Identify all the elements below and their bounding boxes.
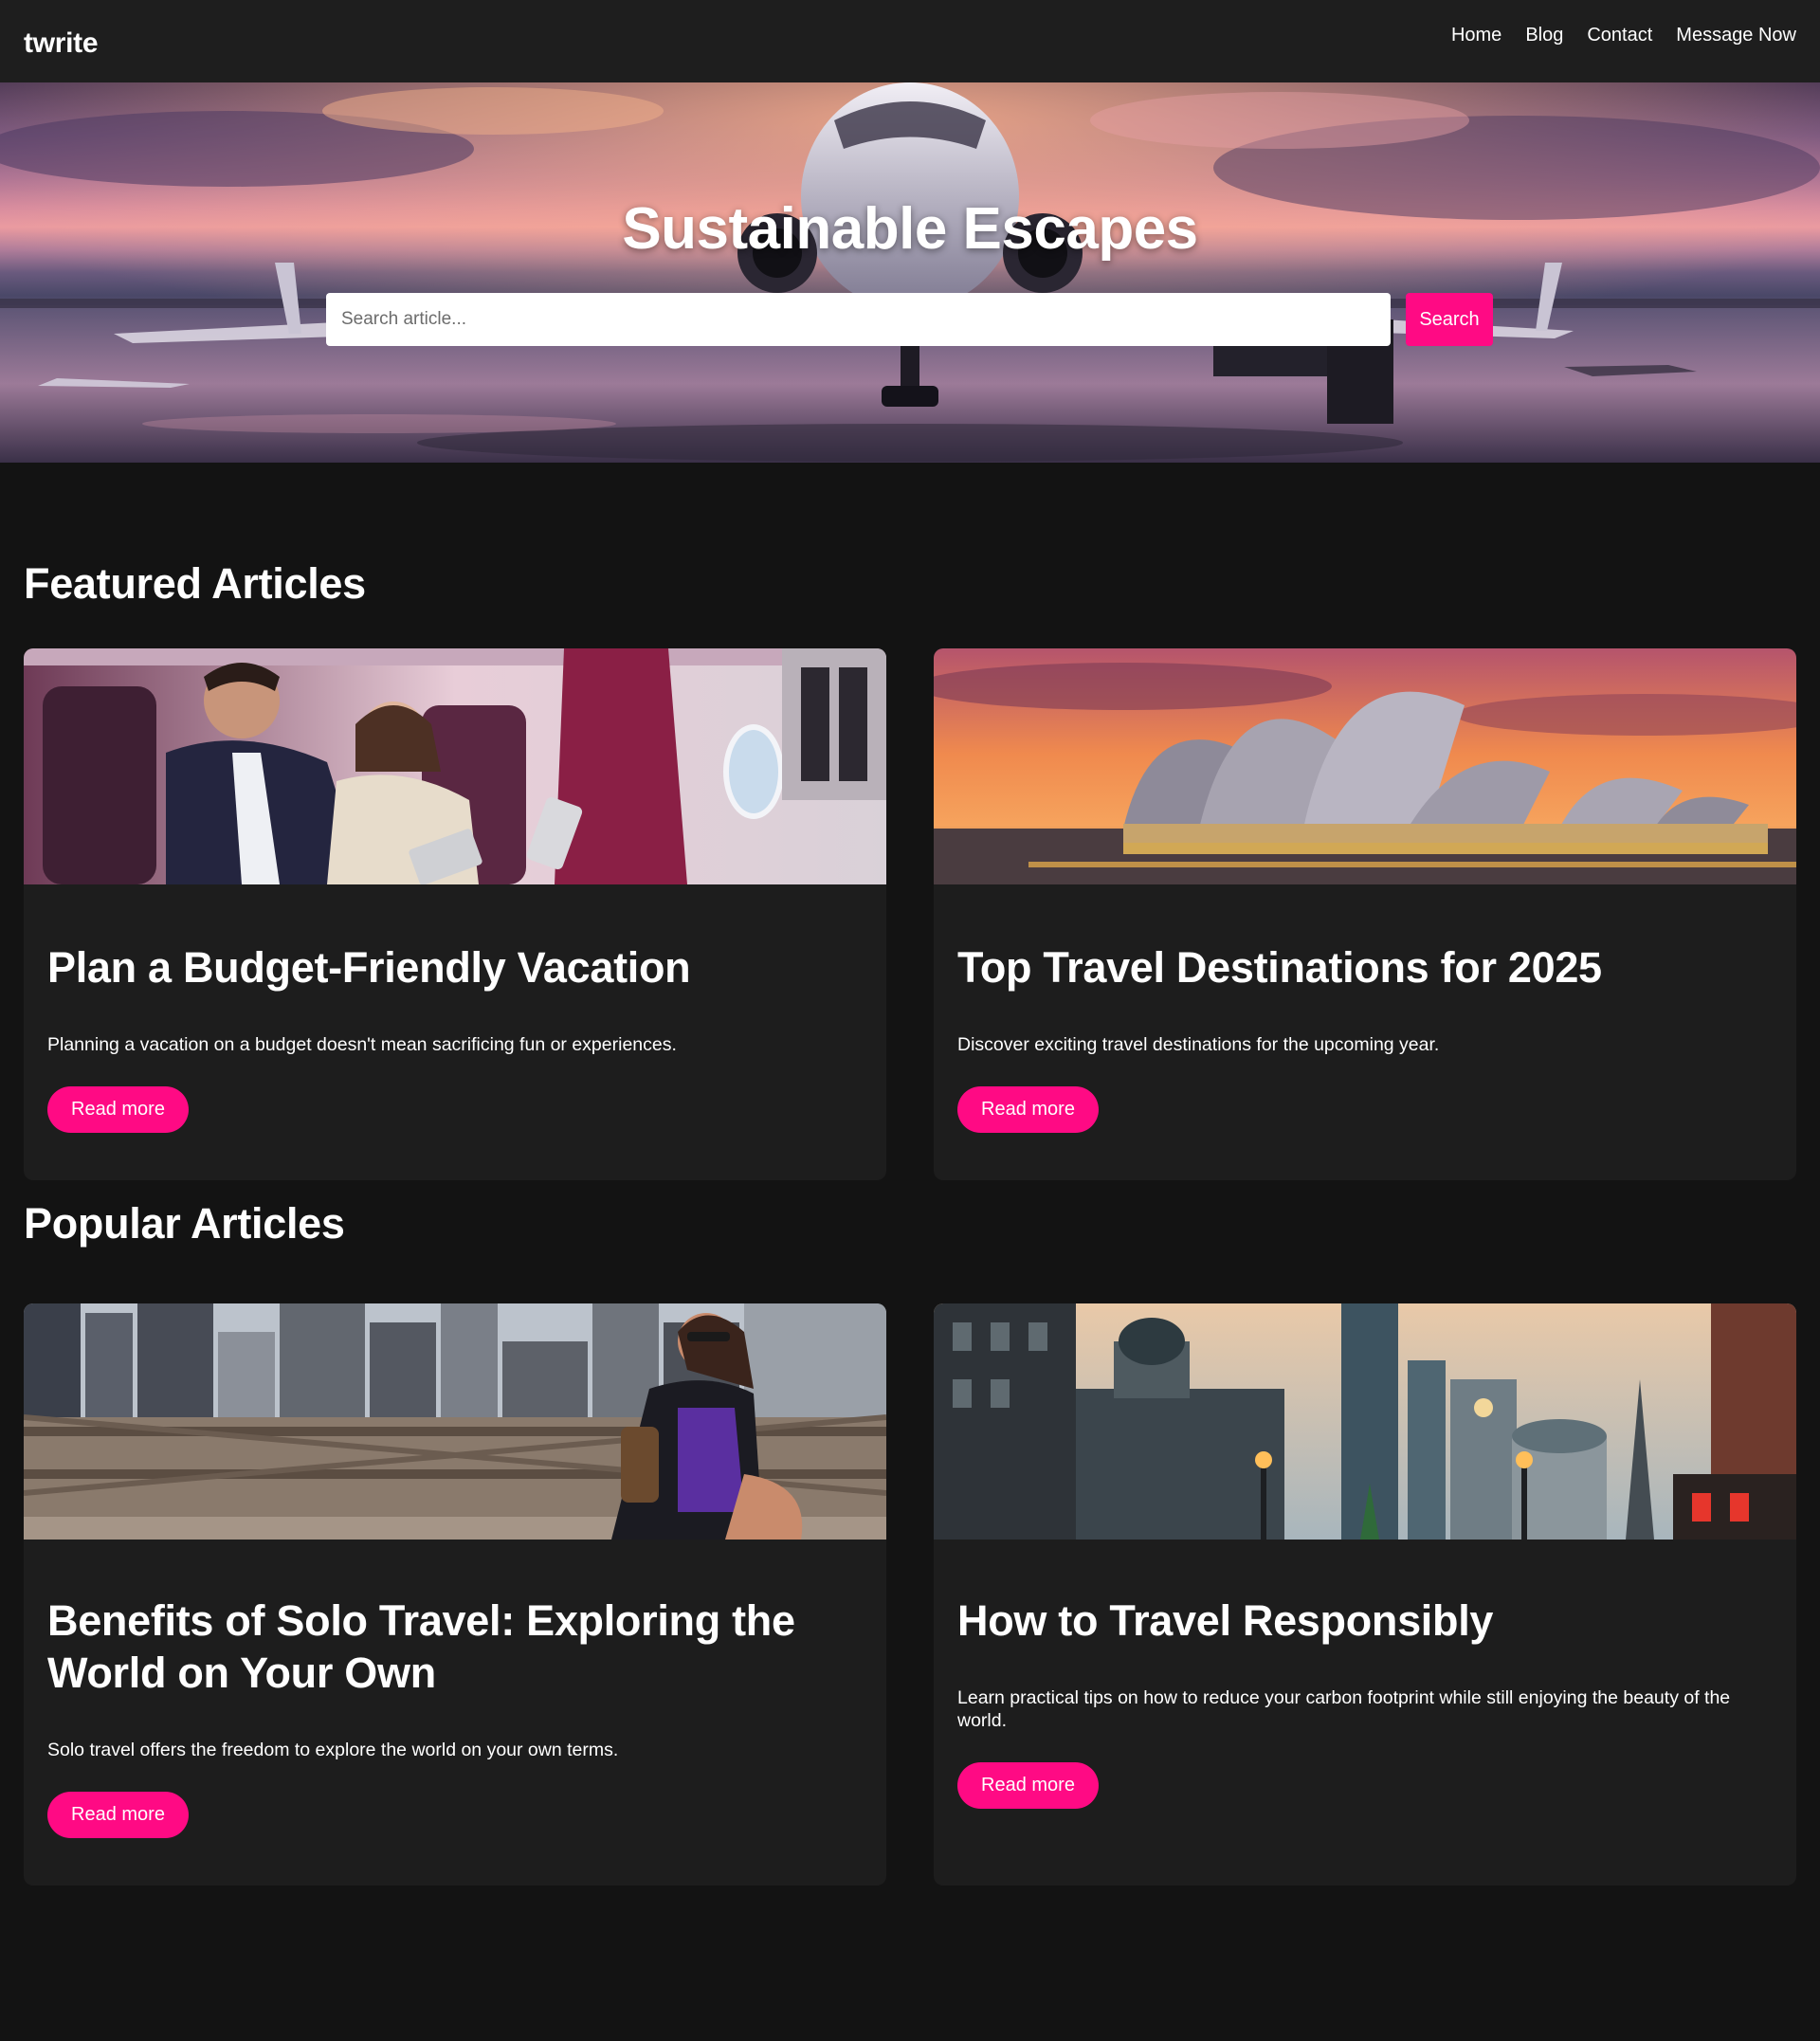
article-excerpt: Discover exciting travel destinations fo…: [957, 1034, 1440, 1055]
hero-title: Sustainable Escapes: [622, 196, 1198, 262]
article-title[interactable]: Benefits of Solo Travel: Exploring the W…: [47, 1595, 863, 1699]
article-excerpt: Solo travel offers the freedom to explor…: [47, 1740, 619, 1760]
article-image-airplane-cabin[interactable]: [24, 648, 886, 884]
main-nav: Home Blog Contact Message Now: [1451, 25, 1796, 46]
article-title[interactable]: Top Travel Destinations for 2025: [957, 941, 1773, 993]
featured-articles-grid: Plan a Budget-Friendly Vacation Planning…: [24, 648, 1796, 1180]
article-title[interactable]: Plan a Budget-Friendly Vacation: [47, 941, 863, 993]
featured-articles-section: Featured Articles Plan a Budget-Friendly…: [24, 559, 1796, 1180]
article-card-body: Benefits of Solo Travel: Exploring the W…: [24, 1595, 886, 1886]
site-logo[interactable]: twrite: [24, 27, 99, 60]
article-card-body: How to Travel Responsibly Learn practica…: [934, 1595, 1796, 1856]
read-more-button[interactable]: Read more: [957, 1086, 1099, 1133]
hero-airplane-image: [0, 82, 1820, 463]
article-card: How to Travel Responsibly Learn practica…: [934, 1303, 1796, 1886]
article-image-city-street[interactable]: [934, 1303, 1796, 1540]
main-content: Featured Articles Plan a Budget-Friendly…: [0, 559, 1820, 1886]
nav-link-blog[interactable]: Blog: [1525, 25, 1563, 46]
article-excerpt: Planning a vacation on a budget doesn't …: [47, 1034, 677, 1055]
article-card-body: Top Travel Destinations for 2025 Discove…: [934, 941, 1796, 1180]
site-header: twrite Home Blog Contact Message Now: [0, 0, 1820, 82]
popular-articles-heading: Popular Articles: [24, 1199, 345, 1248]
read-more-button[interactable]: Read more: [957, 1762, 1099, 1809]
article-excerpt: Learn practical tips on how to reduce yo…: [957, 1687, 1731, 1731]
article-card: Plan a Budget-Friendly Vacation Planning…: [24, 648, 886, 1180]
article-card-body: Plan a Budget-Friendly Vacation Planning…: [24, 941, 886, 1180]
nav-link-contact[interactable]: Contact: [1587, 25, 1652, 46]
article-image-solo-traveler-bridge[interactable]: [24, 1303, 886, 1540]
hero-banner: Sustainable Escapes Search: [0, 82, 1820, 463]
nav-link-message-now[interactable]: Message Now: [1676, 25, 1796, 46]
search-bar: Search: [326, 293, 1493, 346]
popular-articles-section: Popular Articles Benefits of Solo Travel…: [24, 1180, 1796, 1886]
featured-articles-heading: Featured Articles: [24, 559, 366, 608]
popular-articles-grid: Benefits of Solo Travel: Exploring the W…: [24, 1303, 1796, 1886]
read-more-button[interactable]: Read more: [47, 1792, 189, 1838]
article-card: Top Travel Destinations for 2025 Discove…: [934, 648, 1796, 1180]
article-title[interactable]: How to Travel Responsibly: [957, 1595, 1773, 1647]
search-button[interactable]: Search: [1406, 293, 1493, 346]
search-input[interactable]: [326, 293, 1391, 346]
article-card: Benefits of Solo Travel: Exploring the W…: [24, 1303, 886, 1886]
article-image-opera-house[interactable]: [934, 648, 1796, 884]
read-more-button[interactable]: Read more: [47, 1086, 189, 1133]
nav-link-home[interactable]: Home: [1451, 25, 1502, 46]
